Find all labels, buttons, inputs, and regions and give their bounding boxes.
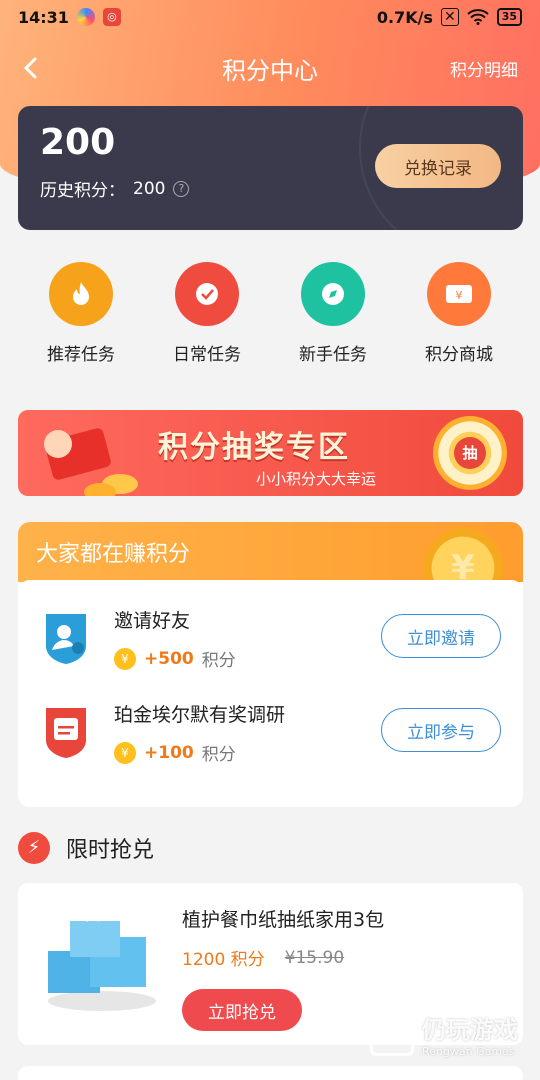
chevron-left-icon[interactable] [16,53,46,83]
reward-amount: +100 [144,742,194,763]
quick-task-daily[interactable]: 日常任务 [152,262,262,365]
help-icon[interactable]: ? [173,180,190,197]
reward-unit: 积分 [201,745,236,765]
coupon-icon: ¥ [427,262,491,326]
flame-icon [49,262,113,326]
points-detail-link[interactable]: 积分明细 [450,56,518,81]
points-value: 200 [40,122,116,163]
next-product-card [18,1066,523,1080]
watermark: 仍玩游戏 Rengwan Games [370,1010,518,1058]
task-reward: ¥ +500 积分 [114,646,236,671]
coin-icon: ¥ [114,647,136,670]
red-envelope-hand-icon [44,428,138,496]
redeem-now-button[interactable]: 立即抢兑 [182,989,302,1031]
quick-task-row: 推荐任务 日常任务 新手任务 ¥ 积分商城 [0,262,540,365]
exchange-record-button[interactable]: 兑换记录 [375,144,501,188]
app-notification-icon [76,8,95,26]
lottery-wheel-icon: 抽 [433,416,507,490]
invite-friend-icon [46,614,86,664]
lottery-subtitle: 小小积分大大幸运 [256,470,377,488]
quick-task-label: 积分商城 [425,345,493,365]
lottery-title: 积分抽奖专区 [158,430,350,465]
points-card: 200 历史积分： 200 ? 兑换记录 [18,106,523,230]
earn-task-list: 邀请好友 ¥ +500 积分 立即邀请 珀金埃尔默有奖调研 ¥ +100 积分 … [18,580,523,807]
task-reward: ¥ +100 积分 [114,740,236,765]
earn-points-card: 大家都在赚积分 ¥ 邀请好友 ¥ +500 积分 立即邀请 珀金埃尔默有奖调研 … [18,522,523,807]
quick-task-label: 新手任务 [299,345,367,365]
status-bar: 14:31 ◎ 0.7K/s ✕ 35 [0,0,540,34]
product-name: 植护餐巾纸抽纸家用3包 [182,909,385,931]
svg-text:¥: ¥ [456,289,463,302]
tissue-pack-image [48,915,156,1011]
coin-icon: ¥ [114,741,136,764]
sim-icon: ✕ [440,8,459,26]
quick-task-newbie[interactable]: 新手任务 [278,262,388,365]
product-price: 1200 积分 ¥15.90 [182,945,345,971]
flash-sale-header: ⚡ 限时抢兑 [18,832,154,864]
history-value: 200 [133,178,166,199]
original-price: ¥15.90 [284,947,345,968]
task-item: 邀请好友 ¥ +500 积分 立即邀请 [18,590,523,680]
quick-task-recommended[interactable]: 推荐任务 [26,262,136,365]
watermark-cn: 仍玩游戏 [422,1016,518,1044]
net-speed: 0.7K/s [376,7,433,27]
watermark-logo-icon [370,1012,414,1056]
lottery-banner[interactable]: 积分抽奖专区 小小积分大大幸运 抽 [18,410,523,496]
compass-icon [301,262,365,326]
history-label: 历史积分： [40,181,125,201]
nav-bar: 积分中心 积分明细 [0,40,540,96]
wifi-icon [467,9,489,25]
wheel-label: 抽 [454,437,486,469]
flash-sale-title: 限时抢兑 [66,838,155,863]
quick-task-label: 日常任务 [173,345,241,365]
watermark-en: Rengwan Games [422,1045,515,1058]
task-title: 邀请好友 [114,610,191,632]
battery-icon: 35 [496,8,522,26]
earn-header: 大家都在赚积分 ¥ [18,522,523,608]
task-item: 珀金埃尔默有奖调研 ¥ +100 积分 立即参与 [18,684,523,774]
survey-calendar-icon [46,708,86,758]
task-title: 珀金埃尔默有奖调研 [114,704,286,726]
points-history: 历史积分： 200 ? [40,176,190,201]
app-notification-icon-2: ◎ [102,8,121,26]
status-time: 14:31 [18,7,69,27]
price-points: 1200 积分 [182,950,265,970]
lightning-icon: ⚡ [18,832,50,864]
invite-button[interactable]: 立即邀请 [381,614,501,658]
page-title: 积分中心 [222,56,318,85]
quick-task-label: 推荐任务 [47,345,115,365]
check-icon [175,262,239,326]
quick-task-mall[interactable]: ¥ 积分商城 [404,262,514,365]
participate-button[interactable]: 立即参与 [381,708,501,752]
reward-amount: +500 [144,648,194,669]
earn-title: 大家都在赚积分 [36,542,191,567]
reward-unit: 积分 [201,651,236,671]
